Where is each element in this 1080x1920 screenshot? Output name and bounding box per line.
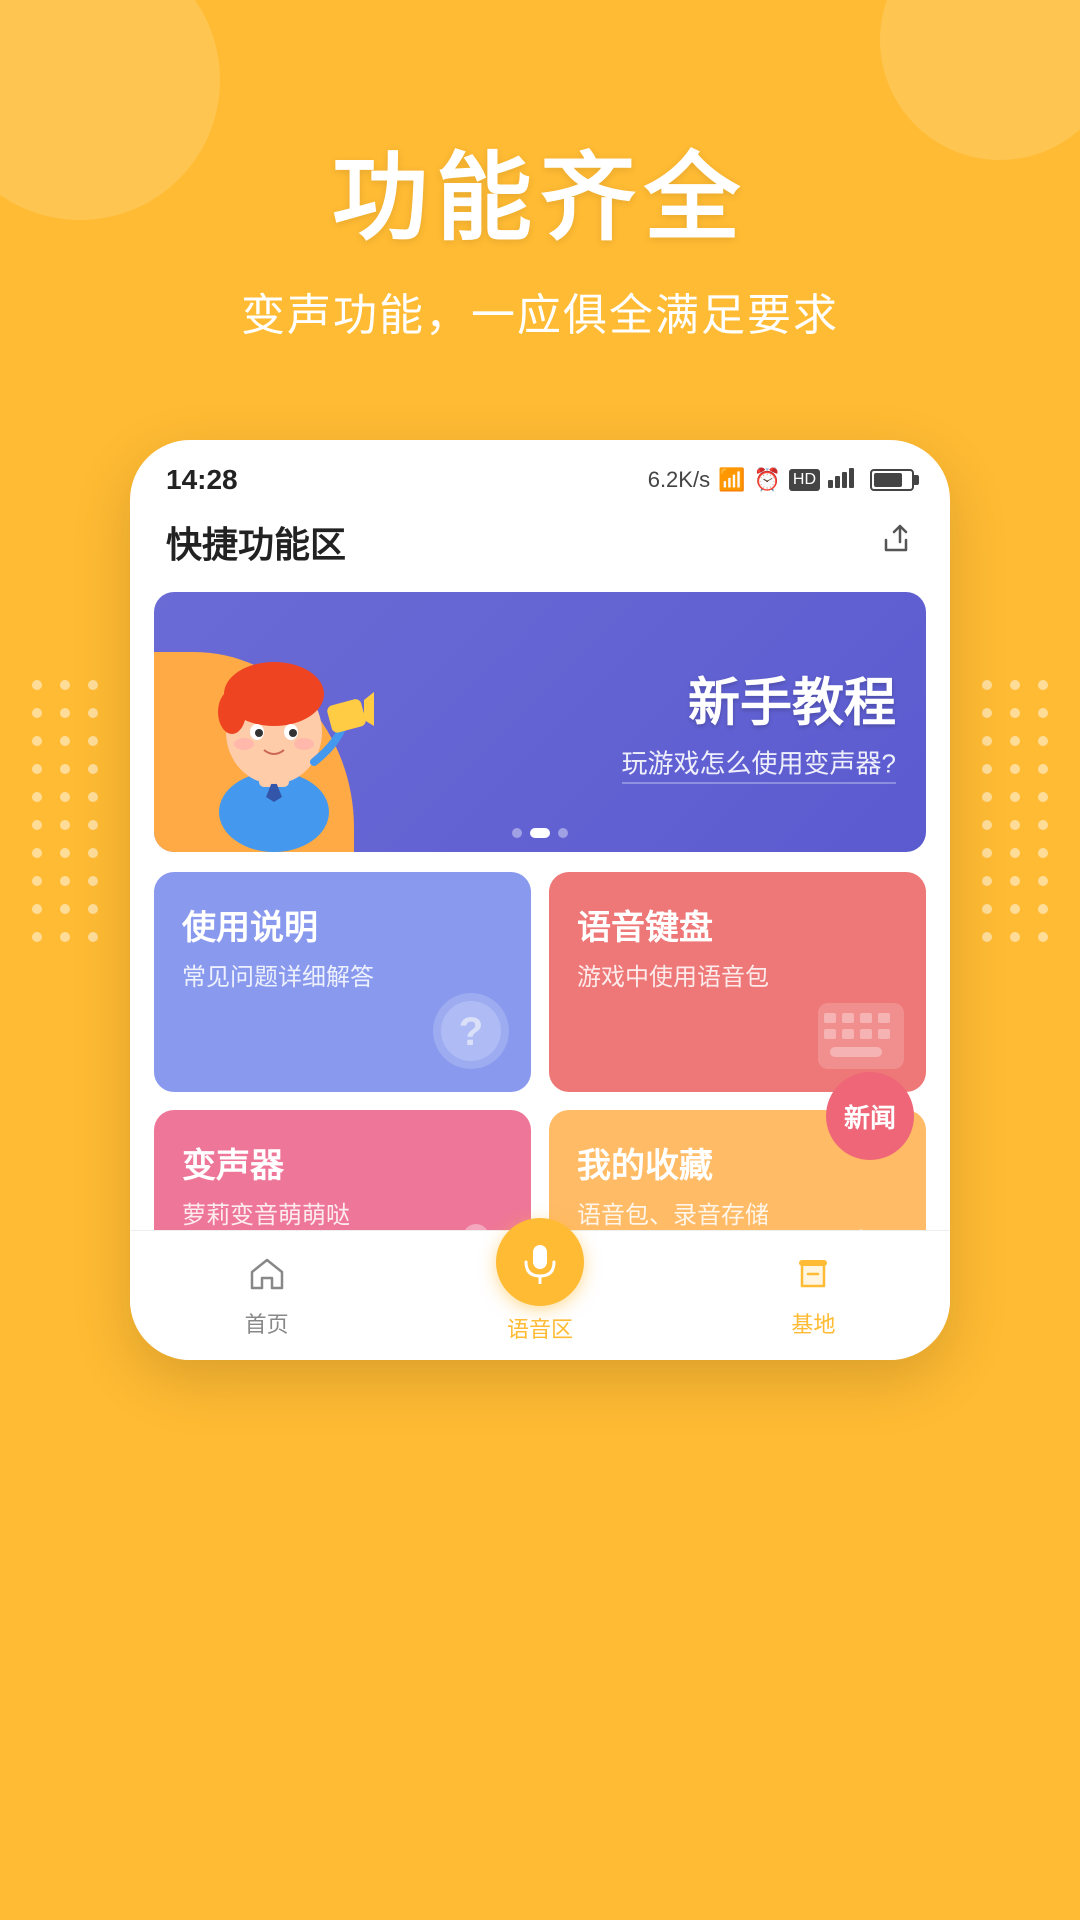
keyboard-icon — [816, 1001, 906, 1076]
nav-base-label: 基地 — [791, 1307, 835, 1339]
card-usage-title: 使用说明 — [182, 900, 503, 949]
title-bar: 快捷功能区 — [130, 506, 950, 592]
card-voice-keyboard[interactable]: 语音键盘 游戏中使用语音包 — [549, 872, 926, 1092]
voice-zone-button[interactable] — [496, 1218, 584, 1306]
banner-text-area: 新手教程 玩游戏怎么使用变声器? — [622, 661, 896, 784]
card-usage[interactable]: 使用说明 常见问题详细解答 ? — [154, 872, 531, 1092]
banner[interactable]: 新手教程 玩游戏怎么使用变声器? — [154, 592, 926, 852]
network-speed: 6.2K/s — [648, 467, 710, 493]
banner-title: 新手教程 — [622, 661, 896, 736]
status-time: 14:28 — [166, 464, 238, 496]
page-title: 快捷功能区 — [166, 516, 346, 568]
dots-right — [982, 680, 1048, 942]
hero-subtitle: 变声功能，一应俱全满足要求 — [0, 279, 1080, 343]
question-icon: ? — [431, 991, 511, 1076]
battery-icon — [870, 469, 914, 491]
banner-dot-2 — [530, 828, 550, 838]
banner-subtitle: 玩游戏怎么使用变声器? — [622, 744, 896, 784]
banner-dot-1 — [512, 828, 522, 838]
nav-home-label: 首页 — [245, 1307, 289, 1339]
nav-item-home[interactable]: 首页 — [130, 1252, 403, 1339]
signal-icon — [828, 466, 858, 494]
phone-mockup: 14:28 6.2K/s 📶 ⏰ HD 快捷功能区 — [130, 440, 950, 1360]
share-icon[interactable] — [878, 520, 914, 564]
banner-character — [174, 612, 374, 852]
bottom-nav: 首页 语音区 基地 — [130, 1230, 950, 1360]
hd-icon: HD — [789, 469, 820, 491]
dots-left — [32, 680, 98, 942]
home-icon — [247, 1252, 287, 1301]
status-bar: 14:28 6.2K/s 📶 ⏰ HD — [130, 440, 950, 506]
card-voice-changer-title: 变声器 — [182, 1138, 503, 1187]
alarm-icon: ⏰ — [753, 467, 780, 493]
nav-item-base[interactable]: 基地 — [677, 1252, 950, 1339]
banner-dot-3 — [558, 828, 568, 838]
nav-voice-zone-label: 语音区 — [507, 1312, 573, 1344]
card-voice-keyboard-subtitle: 游戏中使用语音包 — [577, 957, 898, 992]
status-icons: 6.2K/s 📶 ⏰ HD — [648, 466, 914, 494]
svg-text:?: ? — [459, 1010, 483, 1054]
card-usage-subtitle: 常见问题详细解答 — [182, 957, 503, 992]
nav-item-voice-zone[interactable]: 语音区 — [403, 1248, 676, 1344]
base-icon — [793, 1252, 833, 1301]
news-badge[interactable]: 新闻 — [826, 1072, 914, 1160]
card-voice-keyboard-title: 语音键盘 — [577, 900, 898, 949]
banner-dots — [512, 828, 568, 838]
bluetooth-icon: 📶 — [718, 467, 745, 493]
